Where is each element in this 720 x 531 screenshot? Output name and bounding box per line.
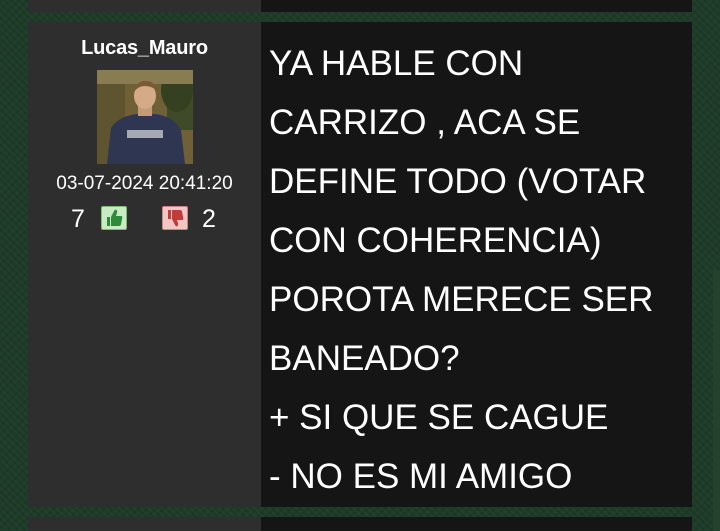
forum-post: Lucas_Mauro 03-07-2024 20:41:20 7 2 YA H…: [28, 22, 692, 507]
upvote-count: 7: [71, 205, 85, 233]
next-post-edge: [28, 517, 692, 531]
upvote-button[interactable]: [101, 206, 127, 230]
message-line: POROTA MERECE SER: [269, 280, 654, 319]
message-line: CARRIZO , ACA SE: [269, 103, 581, 142]
next-post-content: [261, 517, 692, 531]
post-author-panel: Lucas_Mauro 03-07-2024 20:41:20 7 2: [28, 22, 261, 507]
downvote-button[interactable]: [162, 206, 188, 230]
message-line: CON COHERENCIA): [269, 221, 602, 260]
post-message: YA HABLE CON CARRIZO , ACA SE DEFINE TOD…: [269, 34, 689, 506]
previous-post-sidebar: [28, 0, 261, 12]
thumbs-down-icon: [168, 210, 184, 227]
previous-post-content: [261, 0, 692, 12]
post-content: YA HABLE CON CARRIZO , ACA SE DEFINE TOD…: [261, 22, 692, 507]
thumbs-up-icon: [107, 209, 123, 226]
message-line: DEFINE TODO (VOTAR: [269, 162, 647, 201]
post-timestamp: 03-07-2024 20:41:20: [56, 173, 233, 194]
previous-post-edge: [28, 0, 692, 12]
avatar[interactable]: [97, 70, 193, 164]
next-post-sidebar: [28, 517, 261, 531]
avatar-image: [97, 70, 193, 164]
scrollbar-track[interactable]: [713, 270, 720, 531]
message-line: + SI QUE SE CAGUE: [269, 398, 609, 437]
author-username[interactable]: Lucas_Mauro: [28, 37, 261, 60]
message-line: - NO ES MI AMIGO: [269, 457, 573, 496]
message-line: YA HABLE CON: [269, 44, 524, 83]
vote-bar: 7 2: [28, 203, 261, 235]
downvote-count: 2: [202, 205, 216, 233]
message-line: BANEADO?: [269, 339, 460, 378]
